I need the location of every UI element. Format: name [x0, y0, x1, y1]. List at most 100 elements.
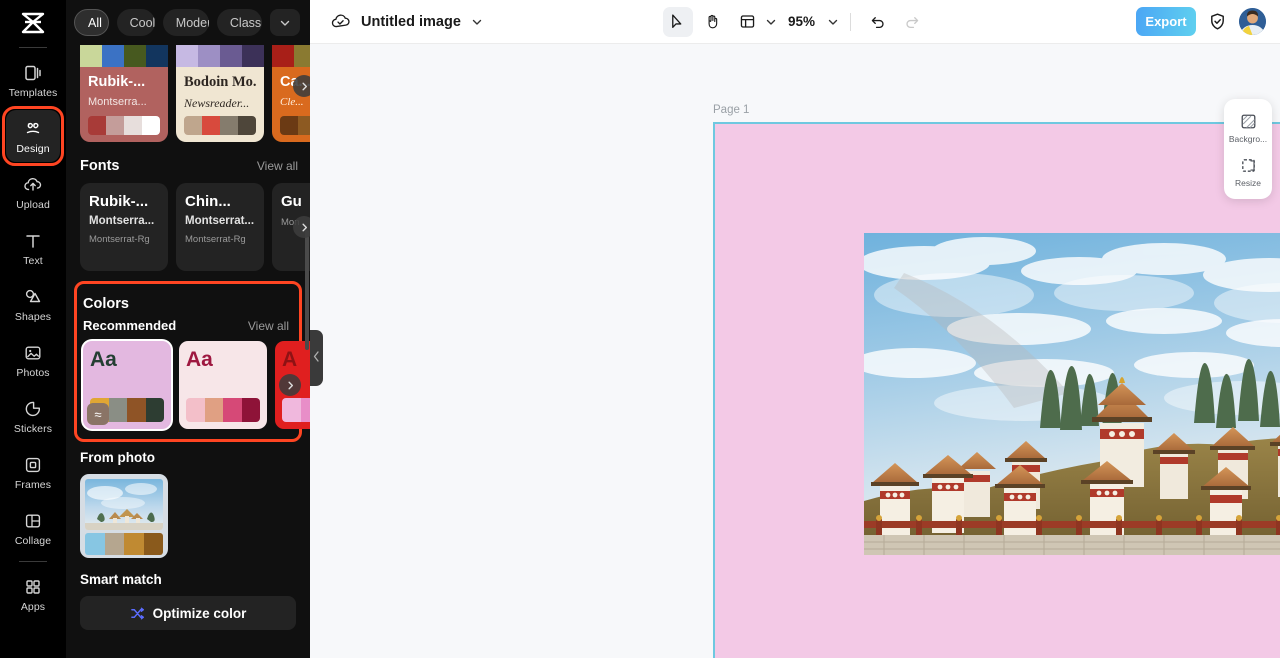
font-card[interactable]: Chin... Montserrat... Montserrat-Rg [176, 183, 264, 271]
sidebar-item-apps[interactable]: Apps [6, 568, 60, 620]
sidebar-item-label: Upload [16, 198, 50, 211]
redo-button[interactable] [897, 7, 927, 37]
layout-tool-group[interactable] [733, 7, 777, 37]
from-photo-label: From photo [80, 450, 155, 465]
sidebar-item-templates[interactable]: Templates [6, 54, 60, 106]
cursor-icon [669, 13, 686, 30]
color-card[interactable]: Aa [179, 341, 267, 429]
color-card[interactable]: Aa ≈ [83, 341, 171, 429]
layout-tool-button[interactable] [733, 7, 763, 37]
panel-scrollbar[interactable] [305, 230, 309, 350]
top-toolbar: Untitled image 95% Export [310, 0, 1280, 44]
shield-check-icon[interactable] [1208, 12, 1227, 31]
sidebar-item-label: Text [23, 254, 43, 267]
redo-icon [904, 13, 921, 30]
collage-icon [23, 510, 43, 532]
optimize-color-button[interactable]: Optimize color [80, 596, 296, 630]
zoom-control[interactable]: 95% [782, 14, 839, 29]
fonts-view-all[interactable]: View all [257, 159, 298, 173]
smart-match-label: Smart match [80, 572, 162, 587]
canvas-area[interactable]: Page 1 Backgro... Resize [310, 44, 1280, 658]
font-card-line1: Rubik-... [89, 193, 149, 210]
panel-collapse-handle[interactable] [310, 330, 323, 386]
export-button[interactable]: Export [1136, 7, 1196, 36]
document-title: Untitled image [361, 13, 461, 30]
font-card[interactable]: Rubik-... Montserra... Montserrat-Rg [80, 183, 168, 271]
sidebar-item-label: Frames [14, 478, 52, 491]
color-card-swatches [282, 398, 310, 422]
templates-next-arrow[interactable] [293, 75, 310, 97]
sidebar-item-stickers[interactable]: Stickers [6, 390, 60, 442]
from-photo-card[interactable] [80, 474, 168, 558]
templates-icon [23, 62, 43, 84]
hand-tool-button[interactable] [698, 7, 728, 37]
filter-chip-modern[interactable]: Modern [162, 9, 209, 36]
recommended-row: Recommended View all [77, 318, 299, 341]
fonts-title: Fonts [80, 158, 120, 174]
document-name-group[interactable]: Untitled image [310, 11, 483, 32]
colors-view-all[interactable]: View all [248, 319, 289, 333]
canvas-photo[interactable] [864, 233, 1280, 555]
from-photo-swatches [85, 533, 163, 555]
recommended-label: Recommended [83, 318, 177, 333]
chevron-down-icon[interactable] [270, 9, 300, 36]
photos-icon [23, 342, 43, 364]
template-card[interactable]: Rubik-... Montserra... [80, 45, 168, 142]
dock-item-background[interactable]: Backgro... [1226, 107, 1270, 149]
sidebar-item-collage[interactable]: Collage [6, 502, 60, 554]
sidebar-item-photos[interactable]: Photos [6, 334, 60, 386]
font-card-row: Rubik-... Montserra... Montserrat-Rg Chi… [66, 183, 310, 271]
chevron-left-icon [313, 351, 320, 365]
sidebar-item-label: Templates [8, 86, 58, 99]
avatar[interactable] [1239, 8, 1266, 35]
capcut-logo[interactable] [13, 6, 53, 40]
template-subtitle: Montserra... [88, 95, 147, 108]
template-swatches [184, 116, 256, 135]
sidebar-item-design[interactable]: Design [2, 106, 64, 166]
template-card[interactable]: Bodoin Mo... Newsreader... [176, 45, 264, 142]
sidebar-item-label: Design [16, 142, 50, 155]
left-rail: Templates Design Upload Text Shapes Phot… [0, 0, 66, 658]
fonts-next-arrow[interactable] [293, 216, 310, 238]
template-prev-swatches [80, 45, 168, 67]
template-title: Bodoin Mo... [184, 75, 256, 90]
rail-divider-2 [19, 561, 47, 562]
template-subtitle: Newsreader... [184, 95, 250, 110]
chevron-down-icon[interactable] [471, 16, 483, 28]
chevron-down-icon[interactable] [827, 16, 839, 28]
template-swatches [88, 116, 160, 135]
zoom-value: 95% [787, 14, 816, 29]
sidebar-item-upload[interactable]: Upload [6, 166, 60, 218]
toolbar-separator [850, 12, 852, 31]
undo-button[interactable] [862, 7, 892, 37]
sidebar-item-text[interactable]: Text [6, 222, 60, 274]
filter-chip-all[interactable]: All [74, 9, 109, 36]
dock-item-resize[interactable]: Resize [1226, 151, 1270, 193]
canvas-page[interactable] [713, 122, 1280, 658]
page-label: Page 1 [713, 104, 750, 116]
sidebar-item-label: Stickers [13, 422, 53, 435]
wave-icon: ≈ [87, 403, 109, 425]
panel-scroll-area[interactable]: Rubik-... Montserra... Bodoin Mo... News… [66, 45, 310, 658]
color-card-row: Aa ≈ Aa A [77, 341, 310, 429]
select-tool-button[interactable] [662, 6, 693, 37]
filter-chip-classic[interactable]: Classic [216, 9, 262, 36]
template-swatches [280, 116, 310, 135]
filter-chip-cool[interactable]: Cool [116, 9, 155, 36]
color-card-aa: Aa [90, 348, 117, 371]
shapes-icon [23, 286, 43, 308]
color-card-swatches [186, 398, 260, 422]
sidebar-item-frames[interactable]: Frames [6, 446, 60, 498]
sidebar-item-shapes[interactable]: Shapes [6, 278, 60, 330]
frames-icon [23, 454, 43, 476]
colors-title-row: Colors [77, 286, 299, 318]
colors-title: Colors [83, 296, 129, 312]
sidebar-item-label: Apps [20, 600, 46, 613]
rail-divider [19, 47, 47, 48]
colors-next-arrow[interactable] [279, 374, 301, 396]
color-card-aa: A [282, 348, 298, 371]
undo-icon [869, 13, 886, 30]
chevron-down-icon[interactable] [765, 16, 777, 28]
cloud-check-icon [330, 11, 351, 32]
dock-item-label: Resize [1235, 178, 1261, 188]
